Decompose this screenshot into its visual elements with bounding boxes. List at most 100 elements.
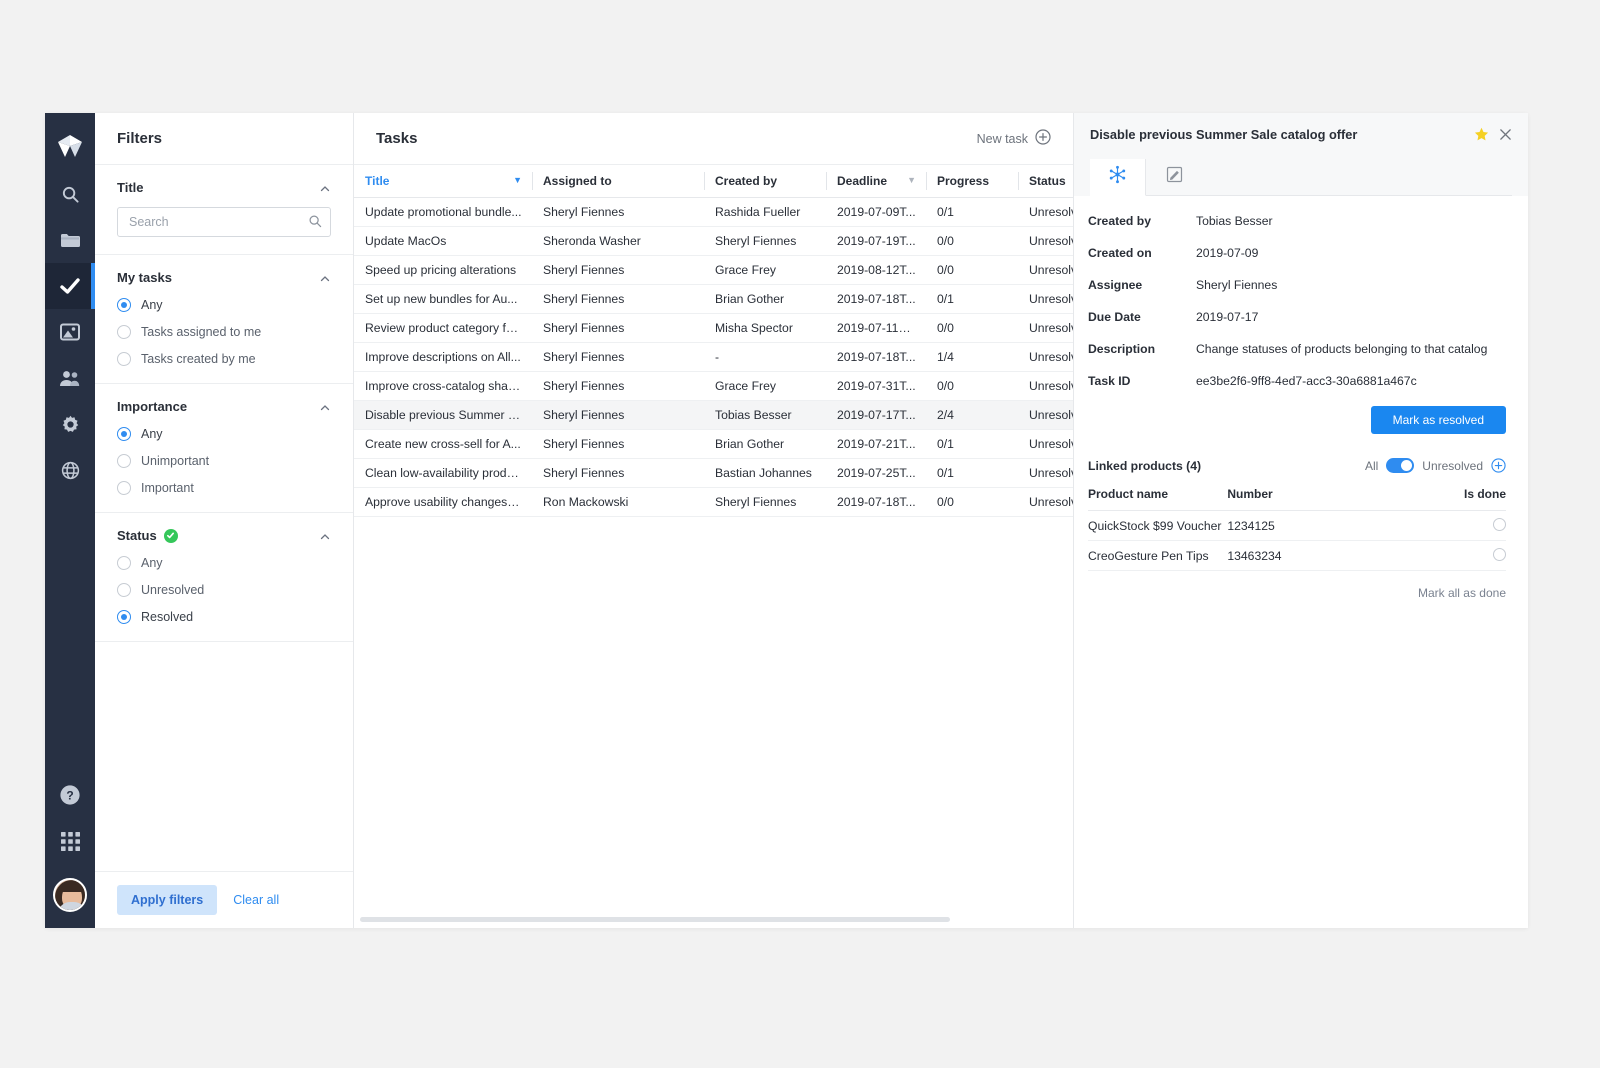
sidebar-item-files[interactable]: [45, 217, 95, 263]
chevron-up-icon[interactable]: [319, 182, 331, 194]
table-row[interactable]: Speed up pricing alterations Sheryl Fienn…: [354, 255, 1073, 285]
check-icon: [59, 276, 81, 296]
product-column-number: Number: [1227, 487, 1367, 511]
chevron-up-icon[interactable]: [319, 401, 331, 413]
radio-my-tasks-created[interactable]: Tasks created by me: [117, 352, 331, 366]
avatar[interactable]: [53, 878, 87, 912]
field-value: 2019-07-09: [1196, 246, 1259, 260]
sidebar-item-users[interactable]: [45, 355, 95, 401]
detail-tabs-filler: [1202, 159, 1512, 196]
table-row[interactable]: Improve descriptions on All... Sheryl Fie…: [354, 342, 1073, 372]
new-task-button[interactable]: New task: [977, 129, 1051, 148]
cell-progress: 0/0: [926, 226, 1018, 256]
filter-group-title-header[interactable]: Title: [117, 180, 331, 195]
column-header-assigned-to[interactable]: Assigned to: [532, 165, 704, 198]
is-done-checkbox[interactable]: [1493, 517, 1506, 531]
column-header-progress[interactable]: Progress: [926, 165, 1018, 198]
search-input[interactable]: [117, 207, 331, 237]
table-row[interactable]: Set up new bundles for Au... Sheryl Fienn…: [354, 284, 1073, 314]
filters-heading: Filters: [95, 113, 353, 165]
filter-group-my-tasks-label: My tasks: [117, 270, 172, 285]
close-icon[interactable]: [1499, 128, 1512, 145]
column-header-status[interactable]: Status: [1018, 165, 1073, 198]
new-task-label: New task: [976, 131, 1028, 146]
page-title: Tasks: [376, 130, 418, 147]
tab-notes[interactable]: [1146, 159, 1202, 196]
linked-products-table: Product name Number Is done QuickStock $…: [1088, 487, 1506, 571]
all-unresolved-toggle[interactable]: [1386, 458, 1415, 473]
mark-all-as-done-button[interactable]: Mark all as done: [1418, 586, 1506, 600]
radio-importance-unimportant[interactable]: Unimportant: [117, 454, 331, 468]
column-header-deadline[interactable]: Deadline ▼: [826, 165, 926, 198]
sidebar-item-tasks[interactable]: [45, 263, 95, 309]
app-logo-icon[interactable]: [45, 123, 95, 171]
tasks-table-wrapper: Title ▼ Assigned to Created by Deadline …: [354, 165, 1073, 928]
sidebar-item-help[interactable]: ?: [45, 772, 95, 818]
cell-title: Approve usability changes i...: [354, 487, 532, 517]
filter-group-importance-header[interactable]: Importance: [117, 399, 331, 414]
filter-group-importance: Importance Any Unimportant Important: [95, 384, 353, 513]
field-value: Change statuses of products belonging to…: [1196, 342, 1488, 356]
help-circle-icon: ?: [59, 784, 81, 806]
cell-created: Sheryl Fiennes: [704, 487, 826, 517]
sidebar-item-settings[interactable]: [45, 401, 95, 447]
radio-importance-important[interactable]: Important: [117, 481, 331, 495]
is-done-checkbox[interactable]: [1493, 547, 1506, 561]
cell-product-number: 13463234: [1227, 540, 1367, 571]
tab-overview[interactable]: [1090, 159, 1146, 196]
cell-status: Unresolved: [1018, 371, 1073, 401]
table-row[interactable]: Update promotional bundle... Sheryl Fienn…: [354, 197, 1073, 227]
radio-my-tasks-assigned[interactable]: Tasks assigned to me: [117, 325, 331, 339]
chevron-up-icon[interactable]: [319, 272, 331, 284]
cell-title: Clean low-availability produ...: [354, 458, 532, 488]
linked-products-tbody: QuickStock $99 Voucher 1234125 CreoGesture…: [1088, 510, 1506, 571]
sort-caret-icon[interactable]: ▼: [907, 176, 916, 185]
column-header-title[interactable]: Title ▼: [354, 165, 532, 198]
apply-filters-button[interactable]: Apply filters: [117, 885, 218, 915]
radio-importance-any[interactable]: Any: [117, 427, 331, 441]
list-item[interactable]: QuickStock $99 Voucher 1234125: [1088, 510, 1506, 541]
field-value: Sheryl Fiennes: [1196, 278, 1278, 292]
column-header-created-by[interactable]: Created by: [704, 165, 826, 198]
radio-label: Any: [141, 556, 163, 570]
table-row[interactable]: Improve cross-catalog shari... Sheryl Fie…: [354, 371, 1073, 401]
table-row[interactable]: Review product category fe... Sheryl Fien…: [354, 313, 1073, 343]
sidebar-item-apps[interactable]: [45, 818, 95, 864]
cell-deadline: 2019-07-09T...: [826, 197, 926, 227]
filter-group-status-header[interactable]: Status: [117, 528, 331, 543]
sort-caret-icon[interactable]: ▼: [513, 176, 522, 185]
plus-circle-icon[interactable]: [1491, 458, 1506, 473]
filters-panel: Filters Title Search My tasks Any Tasks …: [95, 113, 354, 928]
cell-deadline: 2019-07-21T...: [826, 429, 926, 459]
mark-as-resolved-button[interactable]: Mark as resolved: [1370, 406, 1506, 434]
svg-text:?: ?: [66, 789, 73, 803]
table-row[interactable]: Approve usability changes i... Ron Mackow…: [354, 487, 1073, 517]
detail-tabs: [1090, 159, 1512, 196]
cell-product-number: 1234125: [1227, 510, 1367, 541]
horizontal-scrollbar[interactable]: [360, 917, 950, 922]
list-item[interactable]: CreoGesture Pen Tips 13463234: [1088, 540, 1506, 571]
radio-status-any[interactable]: Any: [117, 556, 331, 570]
cell-progress: 0/1: [926, 284, 1018, 314]
star-filled-icon[interactable]: [1474, 127, 1489, 145]
filter-group-title: Title: [95, 165, 353, 255]
table-row[interactable]: Disable previous Summer S... Sheryl Fienn…: [354, 400, 1073, 430]
cell-status: Unresolved: [1018, 197, 1073, 227]
cell-is-done: [1366, 540, 1506, 571]
search-icon[interactable]: [308, 214, 322, 233]
radio-my-tasks-any[interactable]: Any: [117, 298, 331, 312]
cell-assigned: Ron Mackowski: [532, 487, 704, 517]
radio-status-resolved[interactable]: Resolved: [117, 610, 331, 624]
sidebar-item-media[interactable]: [45, 309, 95, 355]
field-label: Created by: [1088, 214, 1151, 228]
table-row[interactable]: Clean low-availability produ... Sheryl Fi…: [354, 458, 1073, 488]
chevron-up-icon[interactable]: [319, 530, 331, 542]
sidebar-item-globe[interactable]: [45, 447, 95, 493]
filter-group-my-tasks-header[interactable]: My tasks: [117, 270, 331, 285]
field-value: Tobias Besser: [1196, 214, 1273, 228]
table-row[interactable]: Create new cross-sell for A... Sheryl Fie…: [354, 429, 1073, 459]
clear-all-button[interactable]: Clear all: [227, 885, 285, 915]
table-row[interactable]: Update MacOs Sheronda Washer Sheryl Fienne…: [354, 226, 1073, 256]
radio-status-unresolved[interactable]: Unresolved: [117, 583, 331, 597]
sidebar-item-search[interactable]: [45, 171, 95, 217]
